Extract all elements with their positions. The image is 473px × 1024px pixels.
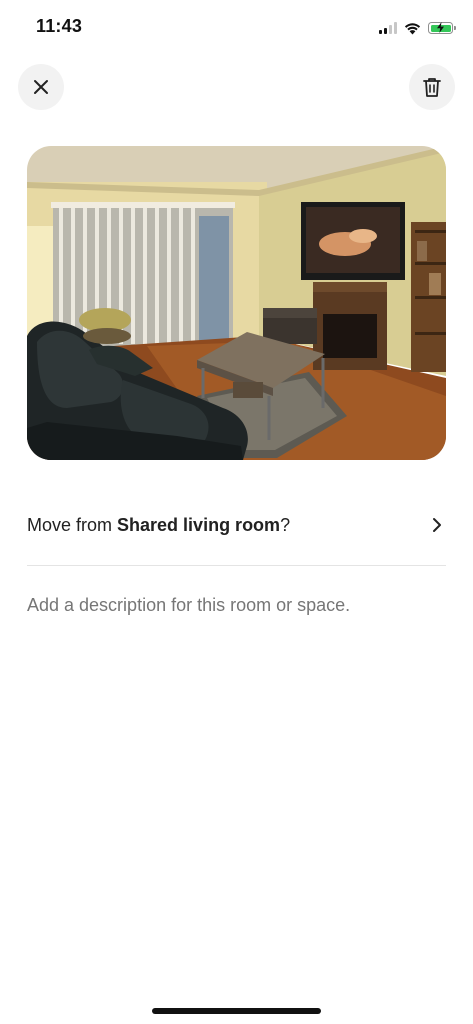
home-indicator[interactable] xyxy=(152,1008,321,1014)
trash-icon xyxy=(423,78,441,97)
close-button[interactable] xyxy=(18,64,64,110)
room-photo[interactable] xyxy=(27,146,446,460)
wifi-icon xyxy=(404,22,421,34)
move-room-text: Move from Shared living room? xyxy=(27,515,290,536)
move-suffix: ? xyxy=(280,514,291,535)
chevron-right-icon xyxy=(433,518,441,532)
status-bar: 11:43 xyxy=(0,0,473,56)
move-prefix: Move from xyxy=(27,514,118,535)
current-room-name: Shared living room xyxy=(117,514,281,535)
move-room-row[interactable]: Move from Shared living room? xyxy=(27,503,446,547)
delete-photo-button[interactable] xyxy=(409,64,455,110)
status-time: 11:43 xyxy=(36,16,83,36)
divider xyxy=(27,565,446,566)
close-icon xyxy=(34,80,48,94)
cellular-signal-icon xyxy=(379,22,397,34)
battery-charging-icon xyxy=(428,22,456,34)
status-icons xyxy=(379,18,456,38)
description-input[interactable]: Add a description for this room or space… xyxy=(27,590,446,622)
